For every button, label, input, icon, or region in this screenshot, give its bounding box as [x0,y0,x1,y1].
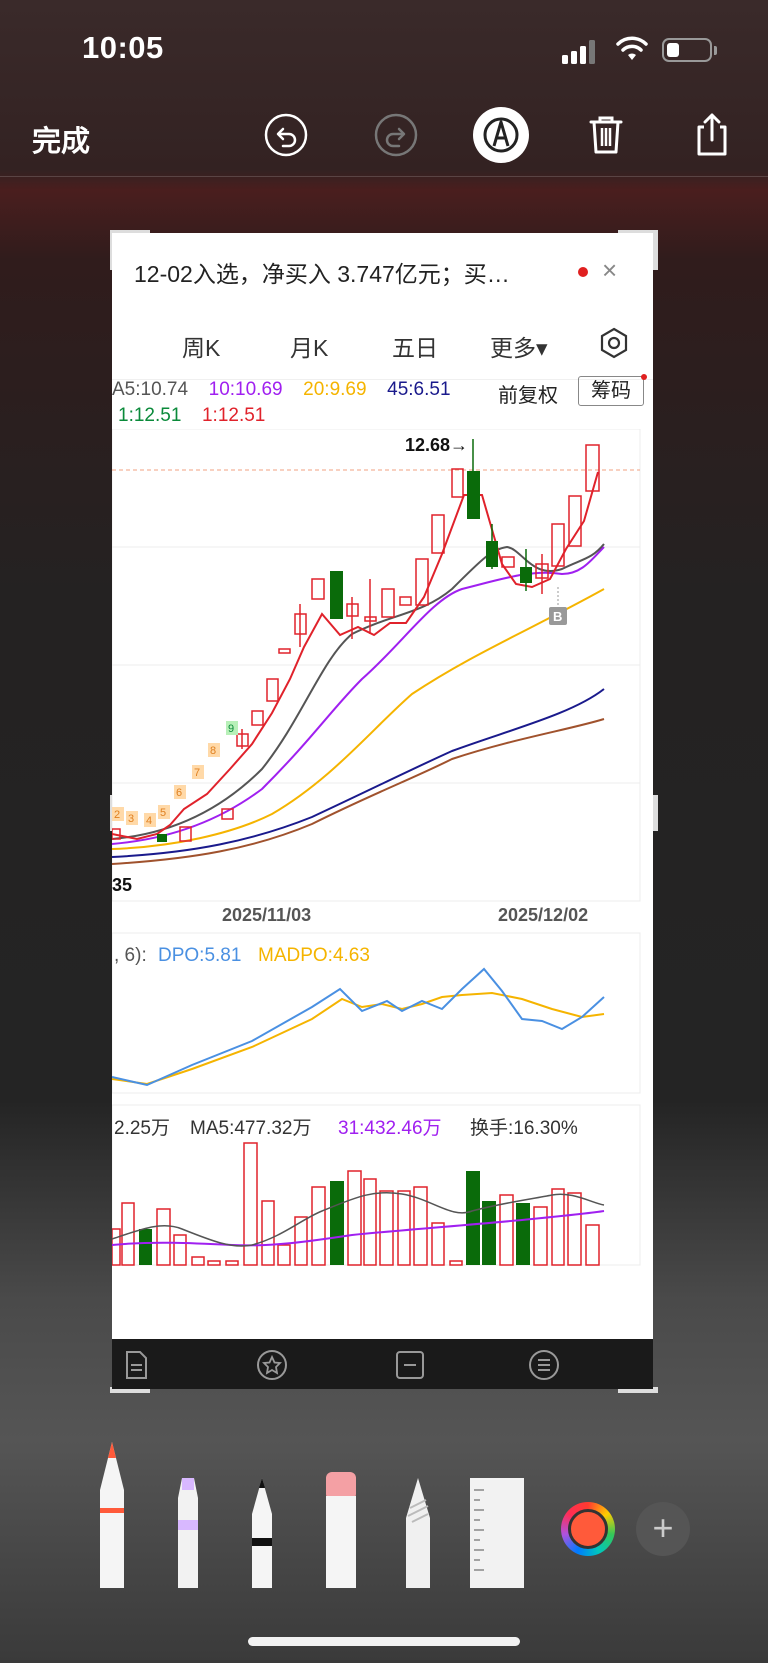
wifi-icon [616,36,648,60]
candle [399,596,412,606]
document-icon[interactable] [120,1349,152,1381]
highlighter-tool-icon[interactable] [170,1478,206,1588]
volume-bars [112,1142,600,1266]
td-count: 8 [210,745,216,757]
td-count: 3 [128,813,134,825]
td-count: 2 [114,809,120,821]
candle [467,471,480,519]
period-tabs: 周K 月K 五日 更多▾ [112,309,653,380]
color-picker-icon[interactable] [561,1502,615,1556]
candle [311,578,325,600]
ma-legend-row1: A5:10.74 10:10.69 20:9.69 45:6.51 [112,379,451,401]
home-indicator[interactable] [248,1637,520,1646]
tab-month[interactable]: 月K [290,329,328,363]
candle [415,558,429,606]
chip-dot [641,374,647,380]
redo-icon[interactable] [371,110,421,160]
madpo-label: MADPO:4.63 [258,945,370,966]
news-banner[interactable]: 12-02入选，净买入 3.747亿元；买… × [112,233,653,310]
status-bar: 10:05 [0,0,768,100]
ma10-line [112,546,605,845]
pen-tool-icon[interactable] [94,1440,130,1588]
tab-five-day[interactable]: 五日 [392,329,438,363]
ma-legend-row2: 1:12.51 1:12.51 [118,405,265,427]
candle [251,710,264,726]
markup-toolbar: 完成 [0,100,768,177]
high-price-label: 12.68→ [405,435,468,455]
unread-dot [578,267,588,277]
candlesticks [112,439,600,842]
undo-icon[interactable] [261,110,311,160]
candle [330,571,343,619]
adjust-mode-label[interactable]: 前复权 [498,379,558,408]
buy-signal-label: B [553,609,562,624]
trash-icon[interactable] [581,110,631,160]
ma45-line [112,688,605,858]
chip-button[interactable]: 筹码 [578,376,644,406]
kline-chart[interactable]: 2 3 4 5 6 7 8 9 B 12.68→ 35 2025/11/03 2… [112,429,653,1339]
ma-red-label: 1:12.51 [201,405,266,426]
eraser-tool-icon[interactable] [322,1472,360,1588]
settings-hexagon-icon[interactable] [596,325,632,361]
add-tool-button[interactable]: + [636,1502,690,1556]
candle [157,834,167,842]
volume-label: 2.25万 [114,1118,170,1139]
banner-text: 12-02入选，净买入 3.747亿元；买… [134,261,510,287]
pencil-tool-icon[interactable] [244,1478,280,1588]
ma10-label: 10:10.69 [208,379,283,400]
ma-green-label: 1:12.51 [118,405,182,426]
markup-pen-icon[interactable] [472,106,530,164]
volume-ma31-label: 31:432.46万 [338,1118,442,1139]
ruler-tool-icon[interactable] [470,1478,524,1588]
candle [568,495,582,547]
candle [585,444,600,492]
date-label: 2025/11/03 [222,905,311,925]
dpo-line [112,967,605,1087]
menu-icon[interactable] [528,1349,560,1381]
candle [520,567,532,583]
candle [266,678,279,702]
turnover-label: 换手:16.30% [470,1117,578,1139]
td-count: 4 [146,815,152,827]
dpo-label: DPO:5.81 [158,945,241,966]
td-count: 7 [194,767,200,779]
td-count: 6 [176,787,182,799]
td-count: 5 [160,807,166,819]
app-bottom-bar [112,1339,653,1389]
close-icon[interactable]: × [602,255,617,286]
battery-nub [714,46,717,55]
candle [451,468,464,498]
screenshot-canvas[interactable]: 12-02入选，净买入 3.747亿元；买… × 周K 月K 五日 更多▾ A5… [112,233,653,1389]
low-price-label: 35 [112,875,132,895]
date-label: 2025/12/02 [498,905,588,925]
candle [551,523,565,567]
td-count: 9 [228,723,234,735]
ma20-label: 20:9.69 [303,379,367,400]
done-button[interactable]: 完成 [32,118,90,160]
tab-more[interactable]: 更多▾ [490,329,548,363]
share-icon[interactable] [687,110,737,160]
dpo-params: , 6): [114,945,147,966]
td-count-markers: 2 3 4 5 6 7 8 9 [112,721,238,827]
candle [278,648,291,654]
volume-ma5-label: MA5:477.32万 [190,1118,311,1139]
status-time: 10:05 [82,30,164,65]
favorite-icon[interactable] [256,1349,288,1381]
lasso-tool-icon[interactable] [400,1478,436,1588]
candle [486,541,498,567]
candle [381,588,395,618]
battery-icon [662,38,712,62]
tab-week[interactable]: 周K [182,329,220,363]
minus-box-icon[interactable] [394,1349,426,1381]
price-line [112,471,599,841]
ma5-label: A5:10.74 [112,379,189,400]
ma45-label: 45:6.51 [387,379,451,400]
